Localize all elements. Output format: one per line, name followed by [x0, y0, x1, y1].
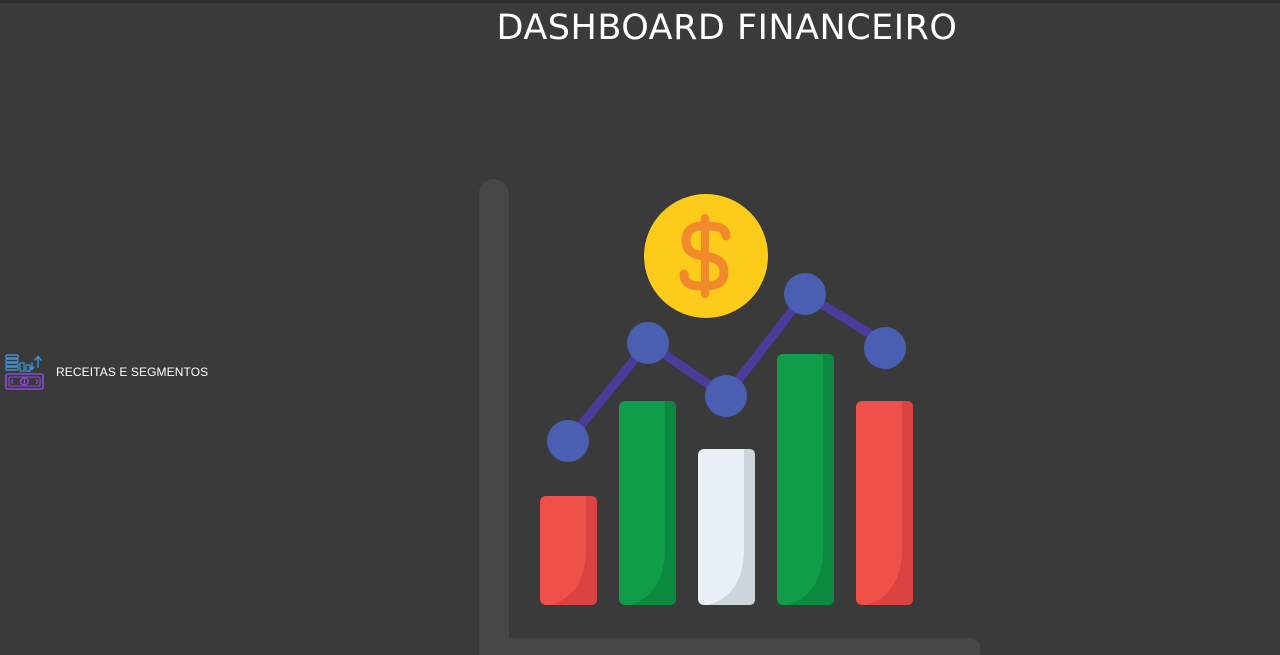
white-bar-center [698, 449, 755, 605]
nav-item-receitas-segmentos[interactable]: RECEITAS E SEGMENTOS [4, 351, 208, 393]
green-bar-right [777, 354, 834, 605]
red-bar-left [540, 496, 597, 605]
nav-item-label: RECEITAS E SEGMENTOS [56, 365, 209, 379]
trend-dot [705, 375, 747, 417]
page-title: DASHBOARD FINANCEIRO [496, 8, 958, 48]
top-border [0, 0, 1280, 3]
trend-dot [547, 420, 589, 462]
green-bar-left [619, 401, 676, 605]
trend-dot [864, 327, 906, 369]
dollar-coin-icon [644, 194, 768, 318]
trend-dot [627, 322, 669, 364]
red-bar-right [856, 401, 913, 605]
finance-growth-icon [5, 354, 44, 390]
financial-chart-illustration [479, 179, 980, 655]
trend-dot [784, 273, 826, 315]
trend-line [563, 289, 890, 446]
